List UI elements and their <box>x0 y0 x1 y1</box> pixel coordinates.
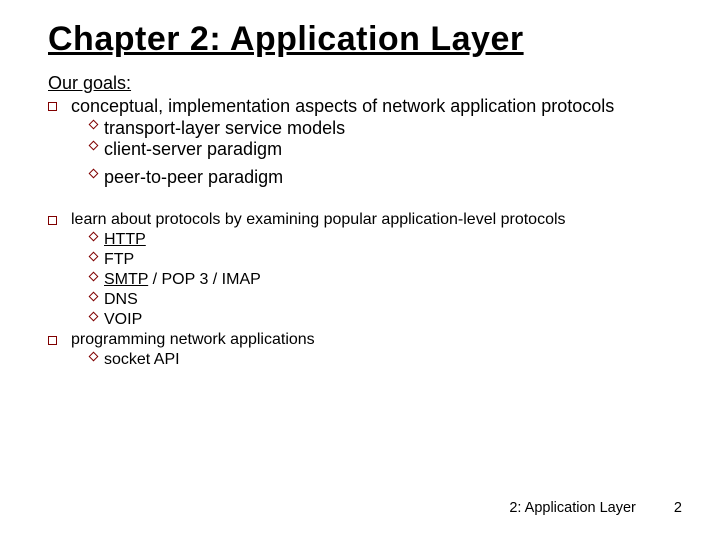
subbullet-text: SMTP / POP 3 / IMAP <box>104 270 261 290</box>
subbullet-ftp: FTP <box>48 250 672 270</box>
bullet-text: learn about protocols by examining popul… <box>71 210 566 230</box>
page-title: Chapter 2: Application Layer <box>48 20 672 59</box>
subbullet-voip: VOIP <box>48 310 672 330</box>
bullet-learn-protocols: learn about protocols by examining popul… <box>48 210 672 230</box>
slide-footer: 2: Application Layer 2 <box>509 500 682 516</box>
bullet-conceptual: conceptual, implementation aspects of ne… <box>48 96 672 118</box>
subbullet-transport-models: transport-layer service models <box>48 118 672 140</box>
page-number: 2 <box>674 500 682 516</box>
subbullet-http: HTTP <box>48 230 672 250</box>
subbullet-text: VOIP <box>104 310 142 330</box>
square-bullet-icon <box>48 216 57 225</box>
bullet-programming-apps: programming network applications <box>48 330 672 350</box>
bullet-text: programming network applications <box>71 330 315 350</box>
slide: Chapter 2: Application Layer Our goals: … <box>0 0 720 540</box>
subbullet-text: socket API <box>104 350 180 370</box>
subbullet-text: HTTP <box>104 230 146 250</box>
subbullet-text: DNS <box>104 290 138 310</box>
subbullet-client-server: client-server paradigm <box>48 139 672 161</box>
subbullet-text: FTP <box>104 250 134 270</box>
subbullet-smtp: SMTP / POP 3 / IMAP <box>48 270 672 290</box>
square-bullet-icon <box>48 336 57 345</box>
subbullet-text: transport-layer service models <box>104 118 345 140</box>
subbullet-peer-to-peer: peer-to-peer paradigm <box>48 167 672 189</box>
subbullet-text: peer-to-peer paradigm <box>104 167 283 189</box>
footer-label: 2: Application Layer <box>509 500 636 516</box>
square-bullet-icon <box>48 102 57 111</box>
subbullet-socket-api: socket API <box>48 350 672 370</box>
subbullet-text: client-server paradigm <box>104 139 282 161</box>
subbullet-dns: DNS <box>48 290 672 310</box>
bullet-text: conceptual, implementation aspects of ne… <box>71 96 614 118</box>
goals-subhead: Our goals: <box>48 73 672 94</box>
